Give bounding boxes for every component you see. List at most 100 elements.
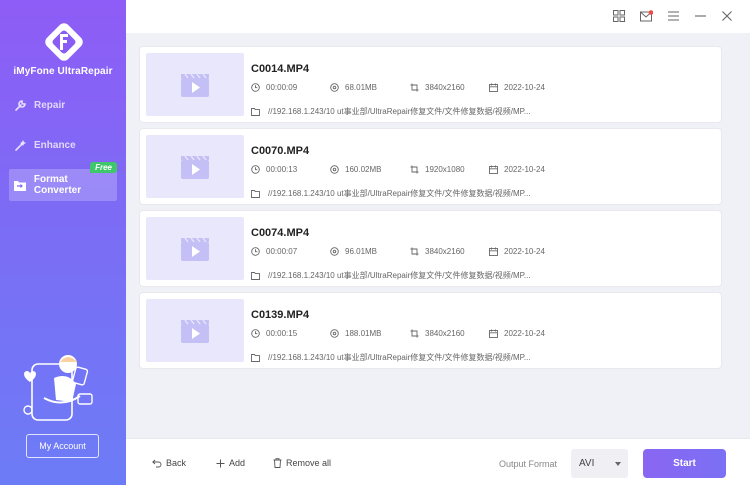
remove-all-label: Remove all [286,458,332,468]
video-icon [181,319,209,343]
video-thumbnail [146,53,244,116]
file-size: 96.01MB [330,247,377,256]
clock-icon [251,329,260,338]
storage-icon [330,329,339,338]
file-path: //192.168.1.243/10 ut事业部/UltraRepair修复文件… [251,352,531,363]
sidebar-item-repair[interactable]: Repair [9,89,117,121]
free-badge: Free [90,162,117,173]
back-icon [152,459,162,467]
date: 2022-10-24 [489,329,545,338]
sidebar-item-label: Repair [34,99,66,111]
folder-icon [251,271,260,280]
resolution-text: 3840x2160 [425,83,465,92]
clock-icon [251,165,260,174]
calendar-icon [489,329,498,338]
resolution-icon [410,165,419,174]
file-size: 188.01MB [330,329,381,338]
plus-icon [216,459,225,467]
sidebar: iMyFone UltraRepair Repair Enhance Forma… [0,0,126,485]
file-size-text: 96.01MB [345,247,378,256]
file-path: //192.168.1.243/10 ut事业部/UltraRepair修复文件… [251,188,531,199]
sidebar-item-enhance[interactable]: Enhance [9,129,117,161]
format-converter-icon [12,177,28,193]
file-list: C0014.MP4 00:00:09 68.01MB 3840x2160 202… [139,46,723,374]
duration-text: 00:00:13 [266,165,298,174]
back-label: Back [166,458,187,468]
trash-icon [273,458,282,468]
mail-icon[interactable] [639,9,653,23]
file-size-text: 68.01MB [345,83,378,92]
file-path-text: //192.168.1.243/10 ut事业部/UltraRepair修复文件… [268,107,531,116]
file-path-text: //192.168.1.243/10 ut事业部/UltraRepair修复文件… [268,271,531,280]
video-icon [181,237,209,261]
menu-icon[interactable] [666,9,680,23]
duration-text: 00:00:07 [266,247,298,256]
duration-text: 00:00:15 [266,329,298,338]
file-path-text: //192.168.1.243/10 ut事业部/UltraRepair修复文件… [268,353,531,362]
date: 2022-10-24 [489,247,545,256]
resolution: 3840x2160 [410,329,465,338]
sidebar-item-label: Enhance [34,139,76,151]
file-card[interactable]: C0074.MP4 00:00:07 96.01MB 3840x2160 202… [139,210,722,287]
date-text: 2022-10-24 [504,247,545,256]
storage-icon [330,247,339,256]
resolution: 1920x1080 [410,165,465,174]
close-icon[interactable] [720,9,734,23]
resolution-text: 3840x2160 [425,329,465,338]
grid-icon[interactable] [612,9,626,23]
duration: 00:00:09 [251,83,297,92]
remove-all-button[interactable]: Remove all [273,458,331,468]
chevron-down-icon [615,462,621,466]
minimize-icon[interactable] [693,9,707,23]
calendar-icon [489,165,498,174]
clock-icon [251,247,260,256]
illustration [23,355,93,421]
file-path-text: //192.168.1.243/10 ut事业部/UltraRepair修复文件… [268,189,531,198]
file-path: //192.168.1.243/10 ut事业部/UltraRepair修复文件… [251,270,531,281]
video-thumbnail [146,135,244,198]
my-account-button[interactable]: My Account [26,434,99,458]
duration: 00:00:15 [251,329,297,338]
storage-icon [330,83,339,92]
output-format-select[interactable]: AVI [571,449,628,478]
file-name: C0070.MP4 [251,145,310,157]
file-size-text: 160.02MB [345,165,382,174]
folder-icon [251,189,260,198]
storage-icon [330,165,339,174]
file-size: 160.02MB [330,165,381,174]
file-card[interactable]: C0070.MP4 00:00:13 160.02MB 1920x1080 20… [139,128,722,205]
calendar-icon [489,247,498,256]
resolution-text: 1920x1080 [425,165,465,174]
file-size: 68.01MB [330,83,377,92]
file-path: //192.168.1.243/10 ut事业部/UltraRepair修复文件… [251,106,531,117]
date-text: 2022-10-24 [504,165,545,174]
resolution-icon [410,329,419,338]
file-name: C0074.MP4 [251,227,310,239]
video-icon [181,155,209,179]
duration: 00:00:07 [251,247,297,256]
date: 2022-10-24 [489,83,545,92]
back-button[interactable]: Back [152,458,186,468]
output-format-value: AVI [579,458,595,469]
sidebar-item-format-converter[interactable]: Format Converter Free [9,162,117,201]
date: 2022-10-24 [489,165,545,174]
video-icon [181,73,209,97]
title-bar [126,0,750,33]
resolution: 3840x2160 [410,247,465,256]
app-logo [45,23,83,61]
sidebar-item-label: Format Converter [33,174,82,196]
file-name: C0139.MP4 [251,309,310,321]
duration: 00:00:13 [251,165,297,174]
date-text: 2022-10-24 [504,329,545,338]
start-button[interactable]: Start [643,449,726,478]
footer-bar: Back Add Remove all Output Format AVI St… [126,438,750,485]
resolution-icon [410,247,419,256]
resolution-icon [410,83,419,92]
video-thumbnail [146,299,244,362]
add-button[interactable]: Add [216,458,245,468]
clock-icon [251,83,260,92]
file-card[interactable]: C0139.MP4 00:00:15 188.01MB 3840x2160 20… [139,292,722,369]
file-card[interactable]: C0014.MP4 00:00:09 68.01MB 3840x2160 202… [139,46,722,123]
video-thumbnail [146,217,244,280]
folder-icon [251,353,260,362]
